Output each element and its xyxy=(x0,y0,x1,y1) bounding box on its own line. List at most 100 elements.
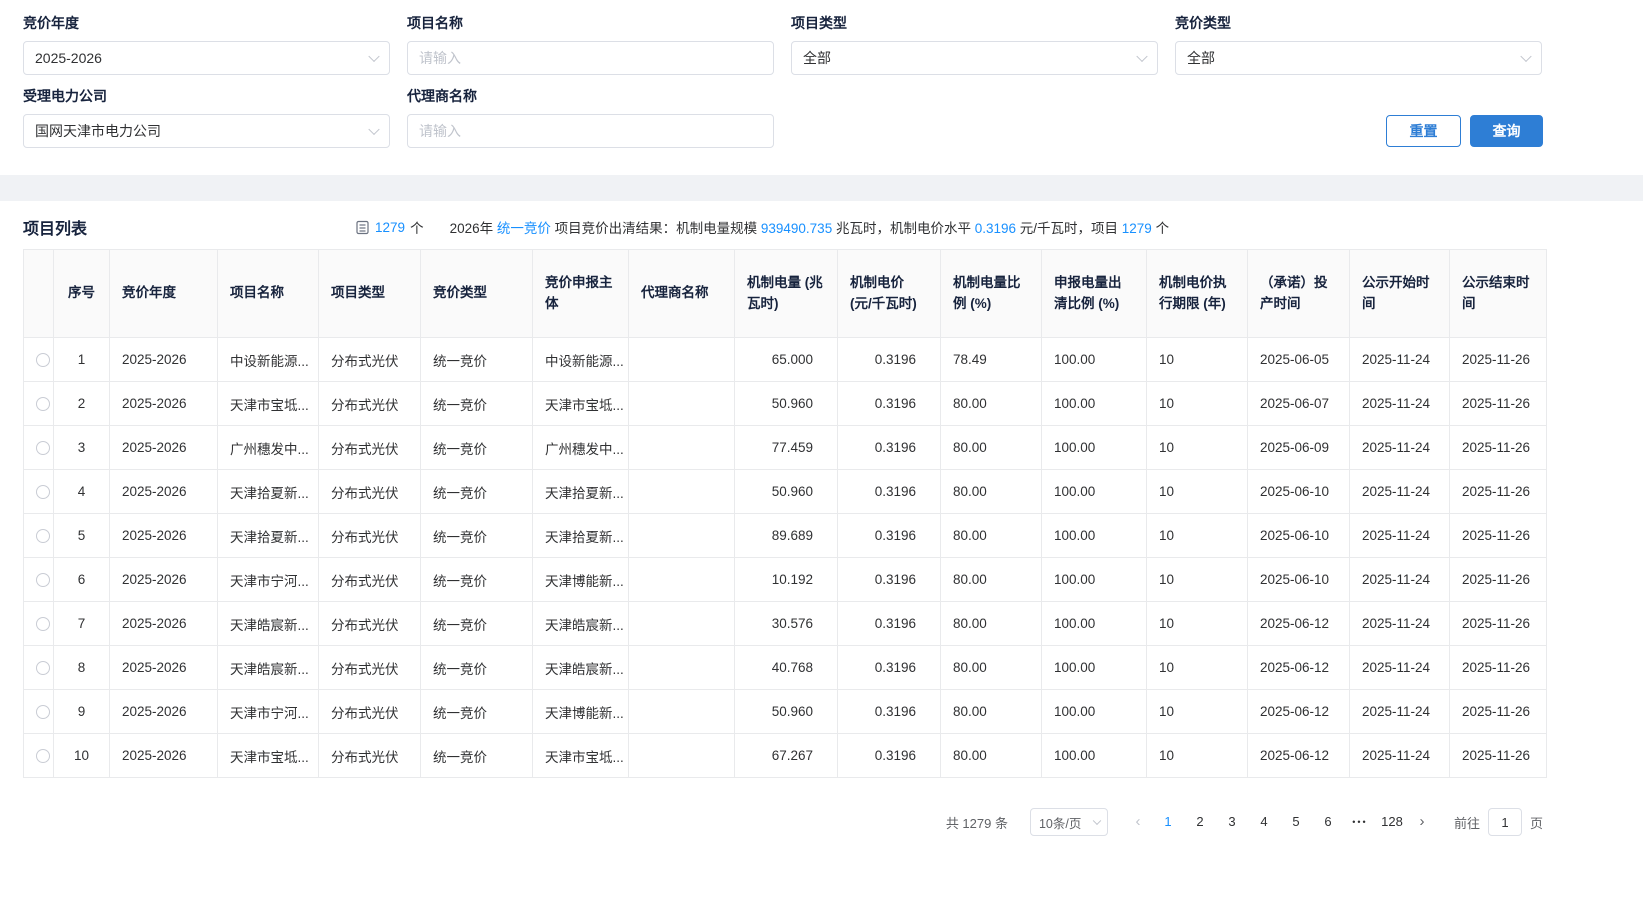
table-cell: 100.00 xyxy=(1042,338,1147,382)
bidding-year-select[interactable]: 2025-2026 xyxy=(23,41,390,75)
table-cell: 分布式光伏 xyxy=(319,514,421,558)
radio-cell xyxy=(24,734,54,778)
table-row: 42025-2026天津拾夏新...分布式光伏统一竞价天津拾夏新...50.96… xyxy=(24,470,1547,514)
reset-button[interactable]: 重置 xyxy=(1386,115,1461,147)
page-number[interactable]: 3 xyxy=(1217,808,1247,836)
column-header: 公示结束时间 xyxy=(1450,250,1547,338)
table-cell xyxy=(629,470,735,514)
next-page-button[interactable]: › xyxy=(1408,808,1436,836)
table-cell: 2025-2026 xyxy=(110,470,218,514)
row-radio[interactable] xyxy=(36,441,50,455)
radio-cell xyxy=(24,558,54,602)
table-cell: 2025-11-24 xyxy=(1350,646,1450,690)
table-cell: 40.768 xyxy=(735,646,838,690)
table-cell: 2025-06-09 xyxy=(1248,426,1350,470)
project-type-select[interactable]: 全部 xyxy=(791,41,1158,75)
filter-field-project-name: 项目名称 xyxy=(407,15,774,75)
table-cell: 10 xyxy=(1147,426,1248,470)
summary-link[interactable]: 1279 xyxy=(1122,221,1152,236)
filter-section: 竞价年度 2025-2026 项目名称 项目类型 全部 xyxy=(0,0,1643,175)
agent-name-input[interactable] xyxy=(408,115,773,147)
table-cell: 2025-2026 xyxy=(110,426,218,470)
page-number[interactable]: 1 xyxy=(1153,808,1183,836)
table-cell: 0.3196 xyxy=(838,690,941,734)
table-row: 52025-2026天津拾夏新...分布式光伏统一竞价天津拾夏新...89.68… xyxy=(24,514,1547,558)
row-radio[interactable] xyxy=(36,749,50,763)
table-cell: 统一竞价 xyxy=(421,514,533,558)
power-company-select[interactable]: 国网天津市电力公司 xyxy=(23,114,390,148)
table-cell: 10 xyxy=(1147,470,1248,514)
page-jump: 前往 页 xyxy=(1454,808,1543,836)
page-jump-input[interactable] xyxy=(1488,808,1522,836)
row-radio[interactable] xyxy=(36,529,50,543)
row-radio[interactable] xyxy=(36,617,50,631)
page-number[interactable]: 128 xyxy=(1377,808,1407,836)
table-cell: 89.689 xyxy=(735,514,838,558)
table-cell: 2025-2026 xyxy=(110,602,218,646)
page-number[interactable]: 4 xyxy=(1249,808,1279,836)
table-cell: 100.00 xyxy=(1042,426,1147,470)
table-cell: 2025-11-24 xyxy=(1350,470,1450,514)
bidding-type-select[interactable]: 全部 xyxy=(1175,41,1542,75)
page-number[interactable]: 6 xyxy=(1313,808,1343,836)
table-cell: 100.00 xyxy=(1042,690,1147,734)
table-cell: 2025-11-24 xyxy=(1350,426,1450,470)
row-radio[interactable] xyxy=(36,353,50,367)
table-cell: 50.960 xyxy=(735,382,838,426)
table-cell: 80.00 xyxy=(941,470,1042,514)
project-name-input[interactable] xyxy=(408,42,773,74)
table-cell: 天津拾夏新... xyxy=(218,514,319,558)
table-cell: 0.3196 xyxy=(838,734,941,778)
filter-field-bidding-year: 竞价年度 2025-2026 xyxy=(23,15,390,75)
summary-link[interactable]: 939490.735 xyxy=(761,221,832,236)
table-cell: 100.00 xyxy=(1042,514,1147,558)
table-row: 72025-2026天津皓宸新...分布式光伏统一竞价天津皓宸新...30.57… xyxy=(24,602,1547,646)
page-number[interactable]: 2 xyxy=(1185,808,1215,836)
column-header: 机制电量比例 (%) xyxy=(941,250,1042,338)
radio-cell xyxy=(24,646,54,690)
table-row: 12025-2026中设新能源...分布式光伏统一竞价中设新能源...65.00… xyxy=(24,338,1547,382)
row-radio[interactable] xyxy=(36,397,50,411)
table-cell: 10 xyxy=(1147,338,1248,382)
table-cell: 分布式光伏 xyxy=(319,338,421,382)
table-cell: 9 xyxy=(54,690,110,734)
page-title: 项目列表 xyxy=(23,215,87,239)
table-cell: 2025-11-26 xyxy=(1450,514,1547,558)
table-cell: 2025-2026 xyxy=(110,558,218,602)
table-cell: 天津拾夏新... xyxy=(218,470,319,514)
summary-text: 个 xyxy=(1152,221,1169,236)
table-row: 62025-2026天津市宁河...分布式光伏统一竞价天津博能新...10.19… xyxy=(24,558,1547,602)
pagination-pages-group: ‹ 123456•••128 › xyxy=(1124,808,1436,836)
chevron-down-icon xyxy=(1520,51,1531,62)
summary-text: 元/千瓦时，项目 xyxy=(1016,221,1122,236)
table-cell: 2025-11-26 xyxy=(1450,382,1547,426)
page-number[interactable]: 5 xyxy=(1281,808,1311,836)
project-table-wrap: 序号竞价年度项目名称项目类型竞价类型竞价申报主体代理商名称机制电量 (兆瓦时)机… xyxy=(23,249,1543,778)
radio-cell xyxy=(24,602,54,646)
table-cell xyxy=(629,602,735,646)
filter-grid: 竞价年度 2025-2026 项目名称 项目类型 全部 xyxy=(23,15,1543,148)
page-size-select[interactable]: 10条/页 xyxy=(1030,808,1108,836)
summary-link[interactable]: 0.3196 xyxy=(975,221,1016,236)
summary-link[interactable]: 统一竞价 xyxy=(497,221,551,236)
radio-cell xyxy=(24,470,54,514)
table-row: 32025-2026广州穗发中...分布式光伏统一竞价广州穗发中...77.45… xyxy=(24,426,1547,470)
table-cell: 天津博能新... xyxy=(533,690,629,734)
column-header: 申报电量出清比例 (%) xyxy=(1042,250,1147,338)
search-button[interactable]: 查询 xyxy=(1470,115,1543,147)
row-radio[interactable] xyxy=(36,661,50,675)
table-cell: 天津皓宸新... xyxy=(218,602,319,646)
table-cell: 2025-2026 xyxy=(110,382,218,426)
prev-page-button[interactable]: ‹ xyxy=(1124,808,1152,836)
table-cell: 天津皓宸新... xyxy=(218,646,319,690)
table-cell: 天津博能新... xyxy=(533,558,629,602)
row-radio[interactable] xyxy=(36,705,50,719)
row-radio[interactable] xyxy=(36,485,50,499)
table-cell: 8 xyxy=(54,646,110,690)
table-cell: 分布式光伏 xyxy=(319,690,421,734)
row-radio[interactable] xyxy=(36,573,50,587)
table-cell: 100.00 xyxy=(1042,470,1147,514)
select-value: 全部 xyxy=(803,48,831,68)
table-cell: 80.00 xyxy=(941,382,1042,426)
table-cell xyxy=(629,514,735,558)
